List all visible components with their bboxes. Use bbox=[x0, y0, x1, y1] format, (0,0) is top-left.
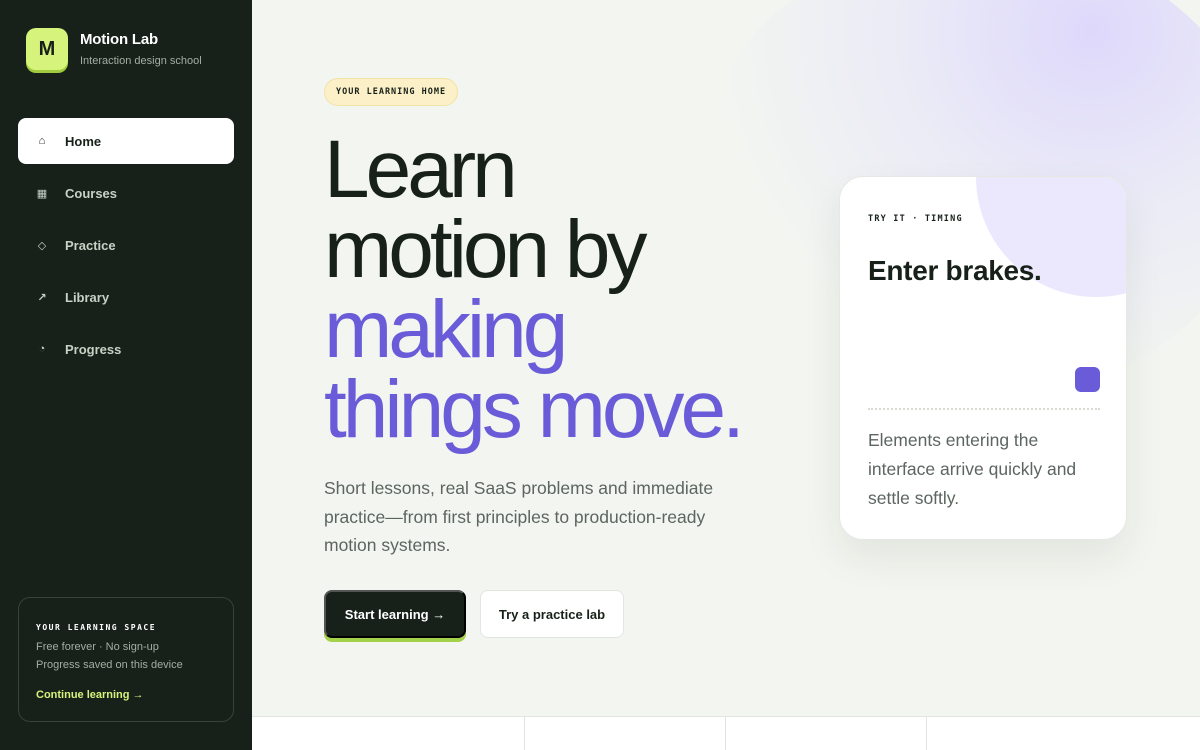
hero-description: Short lessons, real SaaS problems and im… bbox=[324, 478, 714, 555]
start-learning-button[interactable]: Start learning → bbox=[324, 590, 466, 638]
continue-learning-link[interactable]: Continue learning → bbox=[36, 689, 144, 701]
brand-name: Motion Lab bbox=[80, 31, 158, 48]
sidebar-item-progress[interactable]: ◔ Progress bbox=[18, 326, 234, 372]
brand-logo: M bbox=[26, 28, 68, 70]
sidebar-item-label: Courses bbox=[65, 185, 118, 201]
sidebar-item-label: Library bbox=[65, 289, 110, 305]
demo-description: Elements entering the interface arrive q… bbox=[868, 430, 1077, 508]
sidebar-item-label: Home bbox=[65, 133, 102, 149]
sidebar-item-label: Practice bbox=[65, 237, 116, 253]
brand[interactable]: M Motion Lab Interaction design school bbox=[26, 28, 202, 70]
demo-title: Enter brakes. bbox=[868, 255, 1042, 286]
headline-line: Learn bbox=[324, 124, 518, 215]
learning-space-card: YOUR LEARNING SPACE Free forever · No si… bbox=[18, 597, 234, 722]
home-icon: ⌂ bbox=[38, 135, 46, 147]
strip-divider bbox=[524, 717, 525, 750]
diamond-icon: ◇ bbox=[37, 239, 47, 252]
strip-divider bbox=[725, 717, 726, 750]
demo-tag: TRY IT · TIMING bbox=[868, 214, 963, 224]
headline-accent-line: things move. bbox=[324, 364, 745, 455]
sidebar-item-label: Progress bbox=[65, 341, 122, 357]
headline-accent-line: making bbox=[324, 284, 568, 375]
sidebar-item-practice[interactable]: ◇ Practice bbox=[18, 222, 234, 268]
eyebrow-badge: YOUR LEARNING HOME bbox=[324, 78, 459, 106]
sidebar-item-home[interactable]: ⌂ Home bbox=[18, 118, 234, 164]
bottom-stats-strip bbox=[252, 716, 1200, 750]
sidebar-item-library[interactable]: ↗ Library bbox=[18, 274, 234, 320]
brand-tagline: Interaction design school bbox=[80, 55, 202, 67]
learning-space-title: YOUR LEARNING SPACE bbox=[36, 623, 157, 632]
motion-track bbox=[868, 408, 1100, 410]
learning-space-line: Progress saved on this device bbox=[36, 659, 183, 671]
strip-divider bbox=[926, 717, 927, 750]
learning-space-line: Free forever · No sign-up bbox=[36, 641, 159, 653]
timing-demo-card: TRY IT · TIMING Enter brakes. Elements e… bbox=[839, 176, 1127, 540]
practice-lab-button[interactable]: Try a practice lab bbox=[480, 590, 624, 638]
sidebar: M Motion Lab Interaction design school ⌂… bbox=[0, 0, 252, 750]
animated-square[interactable] bbox=[1075, 367, 1100, 392]
sidebar-nav: ⌂ Home ▦ Courses ◇ Practice ↗ Library ◔ … bbox=[18, 118, 234, 378]
hero-headline: Learn motion by making things move. bbox=[324, 124, 745, 455]
brand-text: Motion Lab Interaction design school bbox=[80, 31, 202, 67]
grid-icon: ▦ bbox=[36, 187, 48, 200]
arrow-up-right-icon: ↗ bbox=[37, 291, 47, 304]
headline-line: motion by bbox=[324, 204, 648, 295]
sidebar-item-courses[interactable]: ▦ Courses bbox=[18, 170, 234, 216]
pie-chart-icon: ◔ bbox=[38, 343, 46, 355]
